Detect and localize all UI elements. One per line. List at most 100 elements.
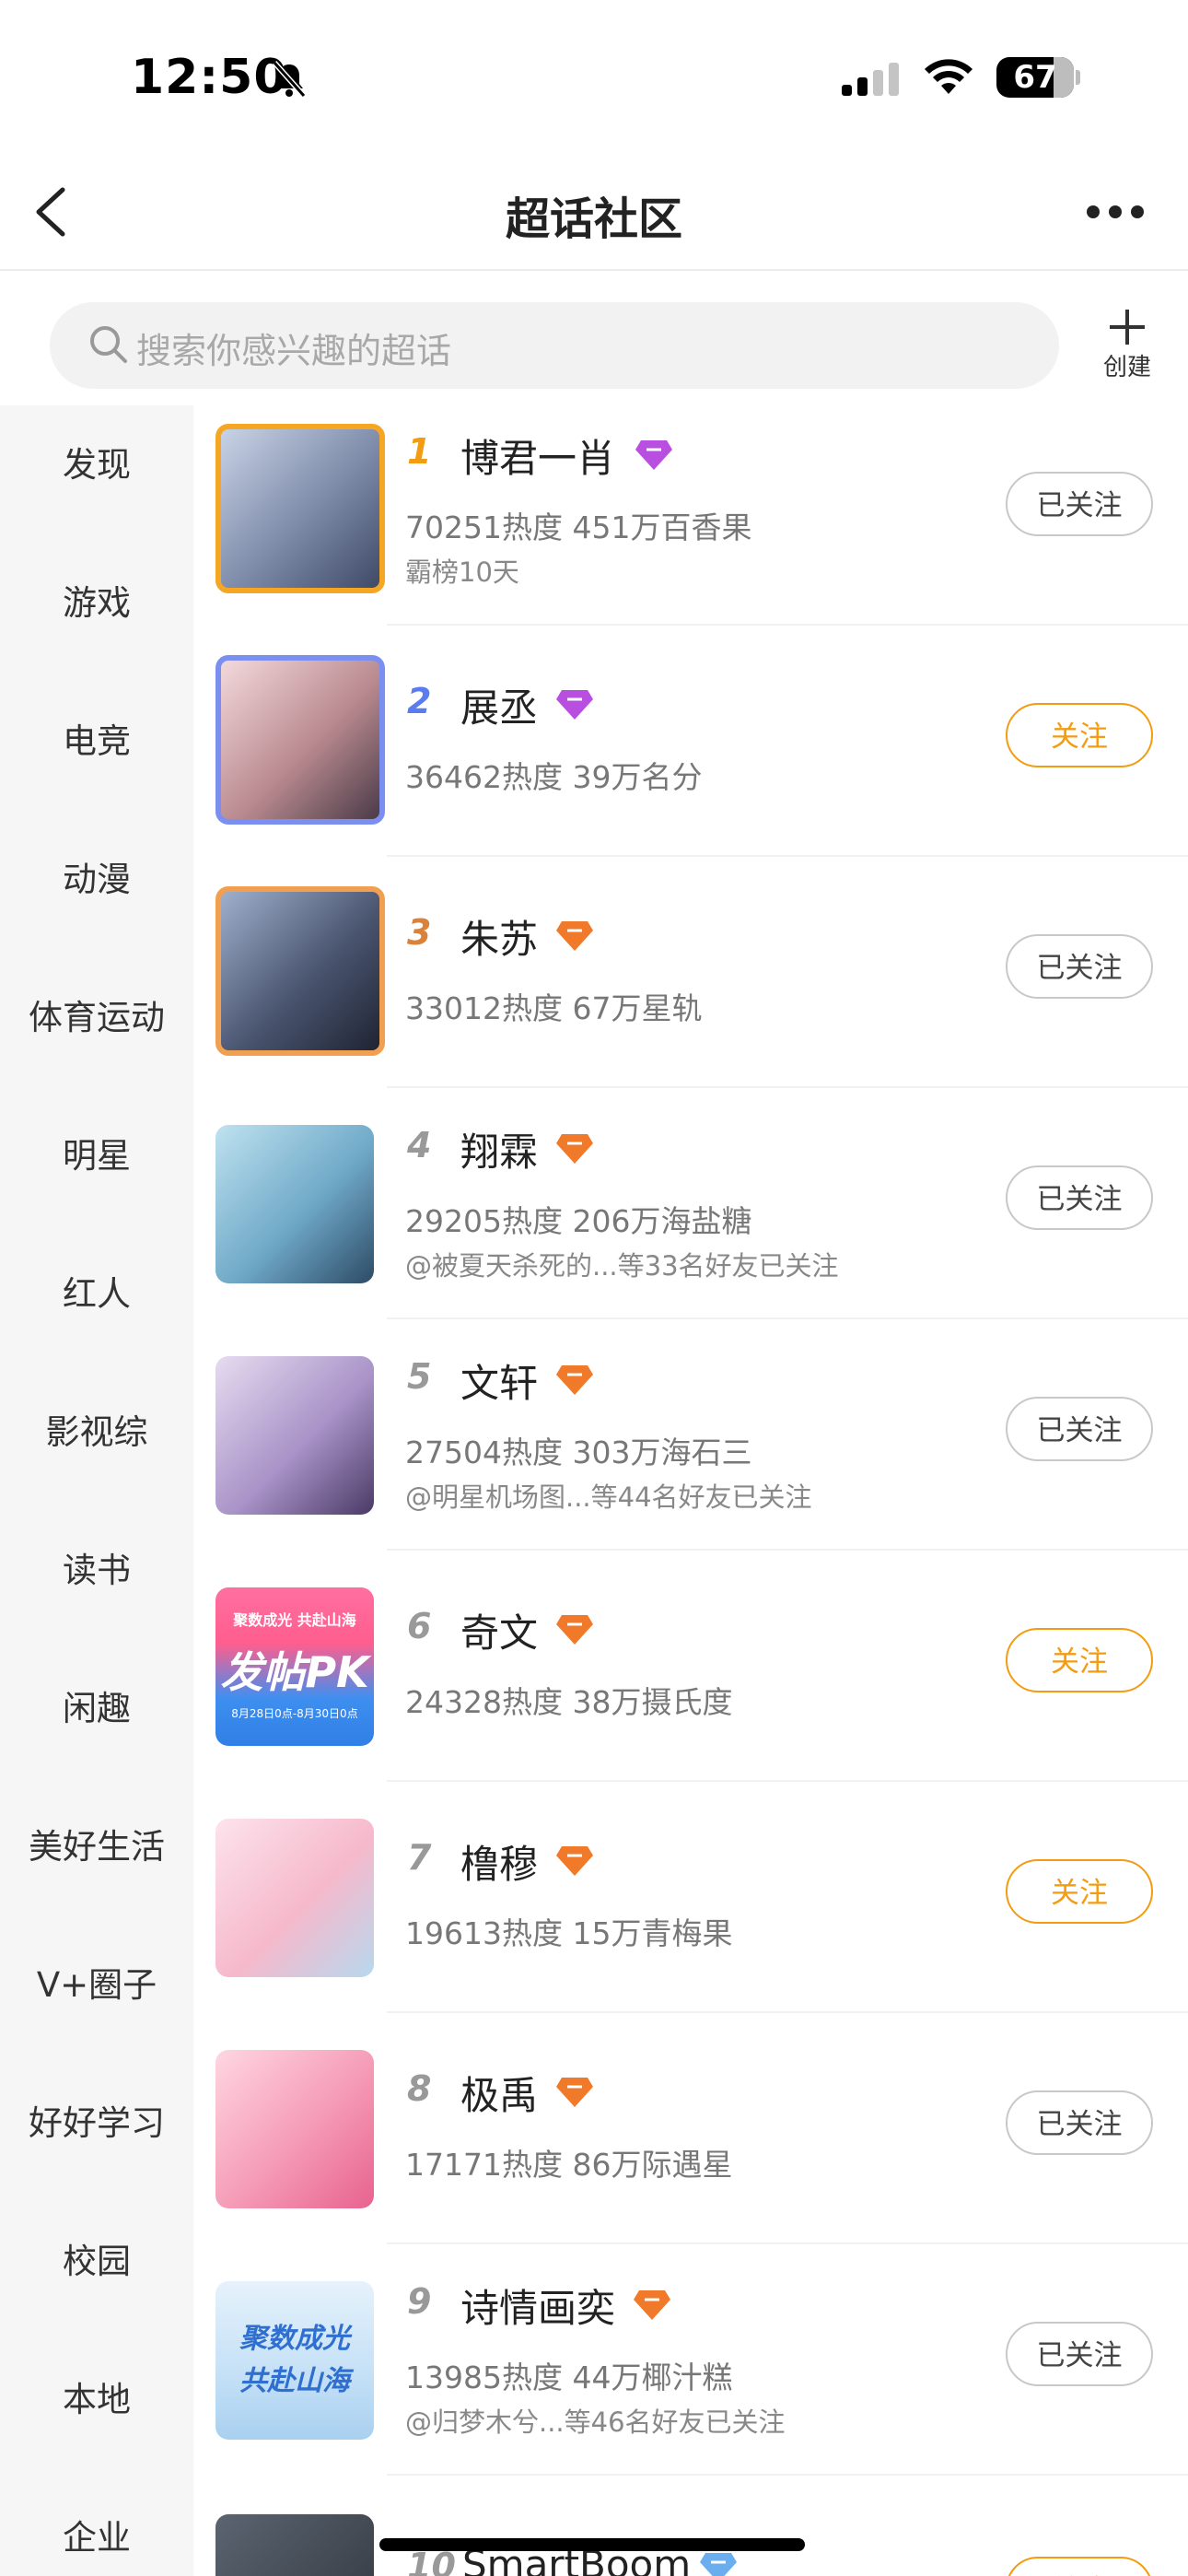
topic-name: 博君一肖 (460, 436, 616, 481)
cellular-signal-icon (842, 63, 899, 96)
topic-row[interactable]: 4 翔霖 29205热度 206万海盐糖 @被夏天杀死的...等33名好友已关注… (193, 1088, 1188, 1319)
sidebar-item-leisure[interactable]: 闲趣 (0, 1680, 193, 1730)
nav-bar: 超话社区 (0, 157, 1188, 271)
thumbnail-date: 8月28日0点-8月30日0点 (231, 1707, 358, 1720)
topic-row[interactable]: 2 展丞 36462热度 39万名分 关注 (193, 626, 1188, 857)
sidebar-item-anime[interactable]: 动漫 (0, 851, 193, 901)
follow-button[interactable]: 已关注 (1006, 934, 1153, 999)
follow-button[interactable]: 已关注 (1006, 2322, 1153, 2386)
topic-thumbnail: 聚数成光 共赴山海 发帖PK 8月28日0点-8月30日0点 (215, 1587, 374, 1746)
create-label: 创建 (1102, 354, 1151, 381)
topic-stats: 27504热度 303万海石三 (405, 1434, 752, 1470)
sidebar-item-reading[interactable]: 读书 (0, 1542, 193, 1592)
status-bar: 12:50 67 (0, 0, 1188, 157)
rank-number: 9 (407, 2281, 432, 2322)
thumbnail-headline: 发帖PK (220, 1647, 369, 1697)
topic-name: 诗情画奕 (460, 2286, 616, 2331)
sidebar-item-study[interactable]: 好好学习 (0, 2095, 193, 2145)
topic-name: 翔霖 (460, 1130, 539, 1175)
page-title: 超话社区 (505, 193, 682, 245)
thumbnail-headline: 聚数成光 共赴山海 (239, 2323, 350, 2397)
topic-row[interactable]: 10 SmartBoom 关注 (193, 2476, 1188, 2576)
sidebar-item-good-life[interactable]: 美好生活 (0, 1819, 193, 1868)
diamond-badge-icon (556, 921, 593, 951)
topic-name: 极禹 (460, 2073, 539, 2118)
topic-row[interactable]: 8 极禹 17171热度 86万际遇星 已关注 (193, 2013, 1188, 2244)
wifi-icon (925, 59, 973, 94)
topic-stats: 24328热度 38万摄氏度 (405, 1684, 733, 1720)
follow-button[interactable]: 关注 (1006, 1628, 1153, 1692)
follow-button[interactable]: 已关注 (1006, 472, 1153, 536)
topic-subtext: @被夏天杀死的...等33名好友已关注 (405, 1250, 839, 1282)
thumbnail-caption: 聚数成光 共赴山海 (233, 1611, 356, 1629)
follow-button[interactable]: 关注 (1006, 2557, 1153, 2576)
topic-name: 文轩 (460, 1361, 539, 1406)
sidebar-item-sports[interactable]: 体育运动 (0, 989, 193, 1039)
search-placeholder: 搜索你感兴趣的超话 (136, 331, 452, 371)
sidebar-item-campus[interactable]: 校园 (0, 2233, 193, 2283)
follow-button[interactable]: 关注 (1006, 703, 1153, 767)
topic-name: 朱苏 (460, 917, 539, 962)
topic-row[interactable]: 聚数成光 共赴山海 发帖PK 8月28日0点-8月30日0点 6 奇文 2432… (193, 1551, 1188, 1782)
sidebar-item-v-circle[interactable]: V+圈子 (0, 1957, 193, 2007)
diamond-badge-icon (556, 1134, 593, 1164)
follow-button[interactable]: 已关注 (1006, 2090, 1153, 2155)
topic-row[interactable]: 7 橹穆 19613热度 15万青梅果 关注 (193, 1782, 1188, 2013)
topic-subtext: @归梦木兮...等46名好友已关注 (405, 2406, 786, 2438)
diamond-badge-icon (635, 440, 672, 470)
create-button[interactable]: 创建 (1090, 306, 1164, 382)
status-time: 12:50 (131, 50, 288, 105)
topic-stats: 17171热度 86万际遇星 (405, 2147, 733, 2183)
topic-stats: 33012热度 67万星轨 (405, 990, 703, 1026)
sidebar-item-discover[interactable]: 发现 (0, 437, 193, 486)
follow-button[interactable]: 已关注 (1006, 1165, 1153, 1230)
sidebar-item-celebrities[interactable]: 明星 (0, 1128, 193, 1177)
topic-subtext: @明星机场图...等44名好友已关注 (405, 1481, 812, 1513)
follow-button[interactable]: 已关注 (1006, 1397, 1153, 1461)
topic-thumbnail (215, 424, 385, 593)
sidebar-item-film-tv[interactable]: 影视综 (0, 1404, 193, 1454)
topic-row[interactable]: 5 文轩 27504热度 303万海石三 @明星机场图...等44名好友已关注 … (193, 1319, 1188, 1551)
topic-stats: 13985热度 44万椰汁糕 (405, 2359, 733, 2395)
topic-row[interactable]: 1 博君一肖 70251热度 451万百香果 霸榜10天 已关注 (193, 394, 1188, 626)
rank-number: 3 (407, 912, 432, 953)
rank-number: 2 (407, 681, 432, 721)
more-options-icon[interactable] (1085, 203, 1146, 221)
home-indicator (379, 2538, 805, 2551)
diamond-badge-icon (556, 2078, 593, 2107)
search-input[interactable]: 搜索你感兴趣的超话 (50, 302, 1059, 389)
topic-name: 奇文 (460, 1610, 539, 1656)
topic-row[interactable]: 聚数成光 共赴山海 9 诗情画奕 13985热度 44万椰汁糕 @归梦木兮...… (193, 2244, 1188, 2476)
sidebar-item-influencers[interactable]: 红人 (0, 1266, 193, 1316)
follow-button[interactable]: 关注 (1006, 1859, 1153, 1924)
sidebar-item-local[interactable]: 本地 (0, 2371, 193, 2421)
battery-indicator: 67 (996, 57, 1074, 98)
rank-number: 7 (407, 1837, 432, 1878)
diamond-badge-icon (556, 1365, 593, 1395)
rank-number: 5 (407, 1356, 432, 1397)
topic-thumbnail (215, 655, 385, 825)
battery-level: 67 (1013, 59, 1057, 96)
sidebar-item-esports[interactable]: 电竞 (0, 713, 193, 763)
topic-name: 展丞 (460, 685, 539, 731)
topic-thumbnail (215, 2050, 374, 2208)
topic-stats: 36462热度 39万名分 (405, 759, 703, 795)
topic-thumbnail (215, 1819, 374, 1977)
diamond-badge-icon (634, 2290, 670, 2320)
topic-row[interactable]: 3 朱苏 33012热度 67万星轨 已关注 (193, 857, 1188, 1088)
search-icon (90, 326, 127, 363)
sidebar-item-games[interactable]: 游戏 (0, 575, 193, 625)
diamond-badge-icon (556, 1846, 593, 1876)
plus-icon (1110, 310, 1145, 345)
rank-number: 8 (407, 2068, 432, 2109)
rank-number: 6 (407, 1606, 432, 1646)
bell-muted-icon (272, 61, 307, 98)
diamond-badge-icon (556, 690, 593, 720)
topic-stats: 29205热度 206万海盐糖 (405, 1203, 752, 1239)
diamond-badge-icon (700, 2553, 737, 2576)
diamond-badge-icon (556, 1615, 593, 1645)
topic-thumbnail (215, 2514, 374, 2576)
rank-number: 4 (407, 1125, 432, 1165)
topic-thumbnail: 聚数成光 共赴山海 (215, 2281, 374, 2440)
sidebar-item-enterprise[interactable]: 企业 (0, 2510, 193, 2559)
